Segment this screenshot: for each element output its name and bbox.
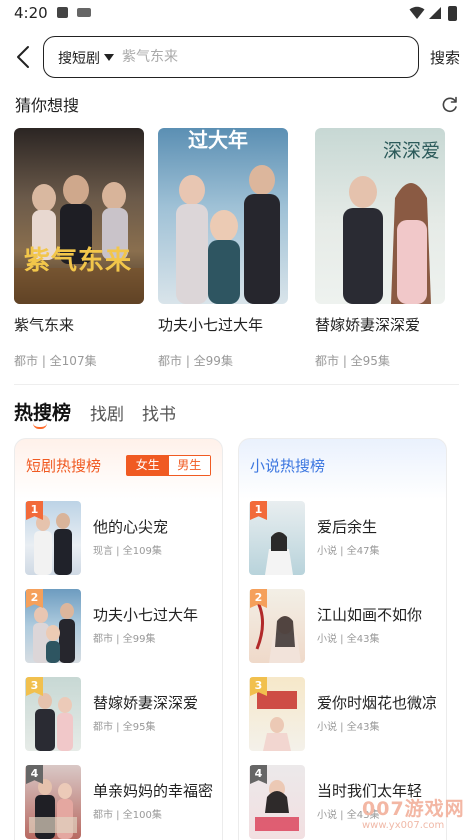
ranking-item-meta: 都市 | 全100集 [93,810,162,821]
ranking-item[interactable]: 3 替嫁娇妻深深爱 都市 | 全95集 [25,677,220,753]
refresh-icon[interactable] [441,96,459,114]
active-tab-indicator [33,423,47,429]
ranking-item-meta: 小说 | 全43集 [317,722,380,733]
drama-cover[interactable]: 4 [25,765,81,839]
guess-card-title[interactable]: 替嫁娇妻深深爱 [315,314,420,335]
guess-card-title[interactable]: 功夫小七过大年 [158,314,263,335]
ranking-item-meta: 都市 | 全95集 [93,722,156,733]
ranking-item-meta: 小说 | 全47集 [317,546,380,557]
guess-card-meta: 都市 | 全95集 [315,354,390,368]
ranking-item-title[interactable]: 爱后余生 [317,516,377,537]
ranking-item-meta: 小说 | 全43集 [317,634,380,645]
battery-icon [448,6,457,21]
ranking-item-meta: 都市 | 全99集 [93,634,156,645]
section-divider [14,384,459,385]
drama-poster[interactable]: 过大年 [158,128,288,304]
keyboard-icon [77,8,91,17]
ranking-item-title[interactable]: 替嫁娇妻深深爱 [93,692,198,713]
wifi-icon [409,6,425,19]
guess-card[interactable]: 过大年 功夫小七过大年 都市 | 全99集 [158,128,288,368]
guess-card[interactable]: 深深爱 替嫁娇妻深深爱 都市 | 全95集 [315,128,445,368]
ranking-item-title[interactable]: 他的心尖宠 [93,516,168,537]
watermark-url: www.yx007.com [362,820,445,831]
ranking-item[interactable]: 2 江山如画不如你 小说 | 全43集 [249,589,444,665]
status-time: 4:20 [14,4,48,22]
book-cover[interactable]: 4 [249,765,305,839]
search-bar[interactable]: 搜短剧 [43,36,419,78]
drama-cover[interactable]: 3 [25,677,81,751]
guess-card[interactable]: 紫气东来 紫气东来 都市 | 全107集 [14,128,144,368]
notification-icon [57,7,68,18]
ranking-item-title[interactable]: 江山如画不如你 [317,604,422,625]
tab-find-drama[interactable]: 找剧 [90,400,124,425]
ranking-item-title[interactable]: 爱你时烟花也微凉 [317,692,437,713]
back-arrow-icon[interactable] [13,44,35,70]
ranking-item[interactable]: 1 他的心尖宠 现言 | 全109集 [25,501,220,577]
poster-title-text: 过大年 [188,128,248,152]
drama-poster[interactable]: 紫气东来 [14,128,144,304]
ranking-item-title[interactable]: 功夫小七过大年 [93,604,198,625]
poster-art [176,165,280,304]
guess-section-title: 猜你想搜 [15,96,80,115]
book-cover[interactable]: 1 [249,501,305,575]
gender-toggle[interactable]: 女生 男生 [126,455,211,476]
ranking-item-title[interactable]: 单亲妈妈的幸福密 [93,780,213,801]
panel-title: 小说热搜榜 [250,457,326,475]
watermark-brand: 007游戏网 [362,798,465,820]
ranking-item[interactable]: 1 爱后余生 小说 | 全47集 [249,501,444,577]
chevron-down-icon[interactable] [104,54,114,61]
book-cover[interactable]: 2 [249,589,305,663]
poster-title-text: 深深爱 [383,140,441,162]
guess-card-title[interactable]: 紫气东来 [14,314,74,335]
tab-hot-search[interactable]: 热搜榜 [14,398,71,425]
search-button[interactable]: 搜索 [430,47,460,68]
drama-cover[interactable]: 1 [25,501,81,575]
drama-poster[interactable]: 深深爱 [315,128,445,304]
status-bar: 4:20 [0,0,473,26]
ranking-item[interactable]: 4 单亲妈妈的幸福密 都市 | 全100集 [25,765,220,840]
book-cover[interactable]: 3 [249,677,305,751]
panel-title: 短剧热搜榜 [26,457,102,475]
tab-find-book[interactable]: 找书 [142,400,176,425]
guess-card-meta: 都市 | 全99集 [158,354,233,368]
ranking-item[interactable]: 3 爱你时烟花也微凉 小说 | 全43集 [249,677,444,753]
search-scope-label[interactable]: 搜短剧 [58,48,100,68]
signal-icon [429,7,441,19]
search-input[interactable] [122,46,402,68]
novel-hot-panel: 小说热搜榜 1 爱后余生 小说 | 全47集 2 江山如画不如你 小说 | 全4… [238,438,447,840]
poster-art [14,175,144,304]
poster-title-text: 紫气东来 [24,246,133,276]
ranking-item[interactable]: 2 功夫小七过大年 都市 | 全99集 [25,589,220,665]
male-toggle-option[interactable]: 男生 [168,456,210,475]
short-drama-hot-panel: 短剧热搜榜 女生 男生 1 他的心尖宠 现言 | 全109集 2 功夫小七过大年… [14,438,223,840]
female-toggle-option[interactable]: 女生 [127,456,169,475]
drama-cover[interactable]: 2 [25,589,81,663]
ranking-item-meta: 现言 | 全109集 [93,546,162,557]
guess-card-meta: 都市 | 全107集 [14,354,97,368]
